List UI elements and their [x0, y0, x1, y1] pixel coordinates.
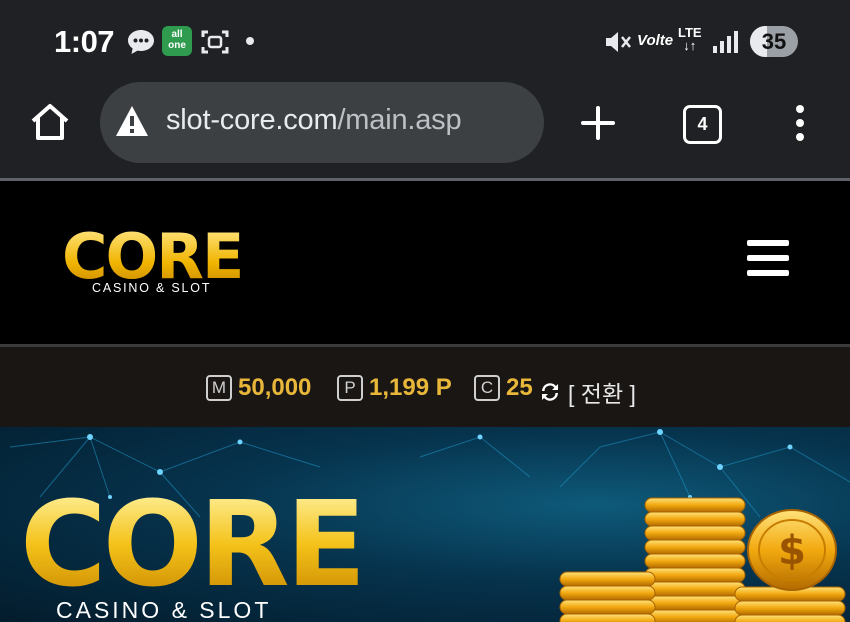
- coin-icon: C: [474, 375, 500, 401]
- convert-label: [ 전환 ]: [568, 381, 636, 407]
- banner-subtitle: CASINO & SLOT: [56, 597, 272, 622]
- address-bar[interactable]: slot-core.com/main.asp: [100, 82, 544, 163]
- svg-text:$: $: [778, 528, 806, 574]
- allone-app-icon: all one: [162, 26, 192, 56]
- refresh-icon: [542, 383, 558, 401]
- hero-banner[interactable]: CORE CASINO & SLOT $: [0, 427, 850, 622]
- money-balance: M 50,000: [206, 374, 311, 402]
- home-icon[interactable]: [29, 102, 71, 142]
- status-time: 1:07: [54, 24, 115, 59]
- point-balance: P 1,199 P: [337, 374, 452, 402]
- status-bar: 1:07 all one Volte LTE ↓↑ 35: [0, 0, 850, 82]
- point-icon: P: [337, 375, 363, 401]
- banner-logo: CORE: [20, 475, 366, 613]
- chat-bubble-icon: [128, 30, 154, 54]
- screenshot-icon: [201, 30, 229, 54]
- money-value: 50,000: [238, 374, 312, 401]
- hamburger-menu-icon[interactable]: [747, 240, 789, 276]
- site-logo[interactable]: CORE CASINO & SLOT: [62, 220, 244, 296]
- url-text[interactable]: slot-core.com/main.asp: [166, 104, 462, 137]
- site-header: CORE CASINO & SLOT: [0, 181, 850, 344]
- point-value: 1,199 P: [369, 374, 452, 401]
- url-path: /main.asp: [337, 104, 462, 136]
- balance-bar: M 50,000 P 1,199 P C 25 [ 전환 ]: [0, 347, 850, 427]
- coin-balance: C 25: [474, 374, 533, 402]
- mute-icon: [606, 32, 631, 52]
- convert-button[interactable]: [ 전환 ]: [538, 375, 636, 409]
- logo-word: CORE: [62, 220, 244, 293]
- notification-dot: [246, 37, 254, 45]
- warning-icon[interactable]: [114, 104, 150, 138]
- banner-logo-word: CORE: [20, 475, 366, 613]
- lte-indicator: LTE ↓↑: [678, 25, 702, 53]
- more-menu-icon[interactable]: [793, 103, 807, 143]
- tab-switcher-button[interactable]: 4: [683, 105, 722, 144]
- browser-toolbar: slot-core.com/main.asp 4: [0, 82, 850, 181]
- url-domain: slot-core.com: [166, 104, 338, 136]
- volte-indicator: Volte: [637, 32, 674, 49]
- gold-coins-image: $: [559, 497, 846, 622]
- money-icon: M: [206, 375, 232, 401]
- new-tab-icon[interactable]: [580, 105, 616, 141]
- signal-icon: [713, 31, 738, 53]
- coin-value: 25: [506, 374, 533, 401]
- battery-indicator: 35: [750, 26, 798, 57]
